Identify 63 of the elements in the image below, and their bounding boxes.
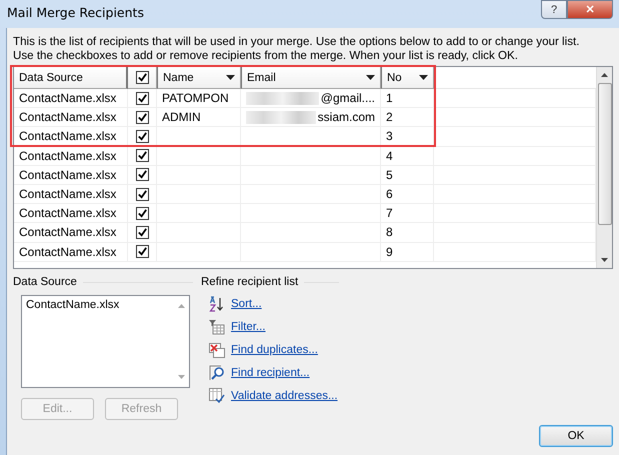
table-cell: 2: [381, 108, 434, 128]
group-label: Refine recipient list: [201, 276, 298, 288]
checkbox[interactable]: [136, 226, 148, 239]
table-cell: ContactName.xlsx: [14, 108, 128, 128]
help-button[interactable]: ?: [541, 0, 567, 19]
checkbox[interactable]: [136, 130, 148, 143]
table-cell: ContactName.xlsx: [14, 127, 128, 147]
column-header[interactable]: [128, 67, 157, 89]
link[interactable]: Find recipient...: [231, 366, 310, 378]
table-cell: ContactName.xlsx: [14, 223, 128, 242]
duplicates-icon: [209, 342, 225, 358]
window-title: Mail Merge Recipients: [6, 4, 144, 20]
data-source-list[interactable]: ContactName.xlsx: [21, 295, 190, 388]
table-cell: 6: [381, 184, 434, 204]
dropdown-arrow-icon[interactable]: [419, 75, 428, 80]
checkbox[interactable]: [136, 92, 148, 105]
column-header[interactable]: Data Source: [14, 67, 128, 89]
table-cell: 7: [381, 204, 434, 224]
filter-table-icon: [209, 318, 225, 334]
table-cell: 4: [381, 146, 434, 166]
table-cell: ADMIN: [157, 108, 241, 128]
sort-icon: [209, 296, 225, 312]
email-text: ssiam.com: [318, 110, 375, 124]
email-text: @gmail....: [320, 91, 375, 106]
checkbox[interactable]: [136, 168, 148, 182]
scroll-down-arrow-icon[interactable]: [601, 258, 608, 262]
table-cell: ContactName.xlsx: [14, 242, 128, 262]
table-cell: ContactName.xlsx: [14, 204, 128, 224]
checkbox[interactable]: [136, 206, 148, 220]
dropdown-arrow-icon[interactable]: [226, 75, 235, 80]
link[interactable]: Find duplicates...: [231, 344, 318, 356]
instruction-text: This is the list of recipients that will be used in your merge. Use the options below to add to or change your list.: [13, 35, 580, 49]
search-icon: [209, 364, 225, 380]
checkbox[interactable]: [136, 110, 148, 124]
link[interactable]: Sort...: [231, 298, 262, 310]
table-cell: ContactName.xlsx: [14, 89, 128, 108]
table-cell: ContactName.xlsx: [14, 166, 128, 185]
ok-button[interactable]: OK: [539, 425, 613, 447]
scroll-thumb[interactable]: [598, 83, 612, 225]
checkbox[interactable]: [136, 188, 148, 201]
column-header[interactable]: No: [381, 67, 434, 89]
link[interactable]: Validate addresses...: [231, 390, 338, 402]
checkbox[interactable]: [136, 149, 148, 162]
table-cell: 5: [381, 166, 434, 185]
scroll-up-arrow-icon[interactable]: [601, 73, 608, 77]
table-cell: ContactName.xlsx: [14, 184, 128, 204]
validate-icon: [209, 388, 225, 404]
table-cell: 9: [381, 242, 434, 262]
dropdown-arrow-icon[interactable]: [366, 75, 375, 80]
group-label: Data Source: [13, 276, 77, 288]
list-item[interactable]: ContactName.xlsx: [26, 299, 169, 311]
table-cell: ContactName.xlsx: [14, 146, 128, 166]
instruction-text: Use the checkboxes to add or remove recipients from the merge. When your list is ready, click OK.: [13, 49, 519, 63]
column-header[interactable]: Email: [241, 67, 381, 89]
column-header[interactable]: Name: [157, 67, 241, 89]
table-cell: 3: [381, 127, 434, 147]
checkbox[interactable]: [136, 71, 148, 84]
table-cell: 8: [381, 223, 434, 242]
checkbox[interactable]: [136, 245, 148, 258]
table-cell: 1: [381, 89, 434, 108]
scrollbar[interactable]: [596, 67, 612, 268]
link[interactable]: Filter...: [231, 320, 266, 332]
table-cell: PATOMPON: [157, 89, 241, 108]
